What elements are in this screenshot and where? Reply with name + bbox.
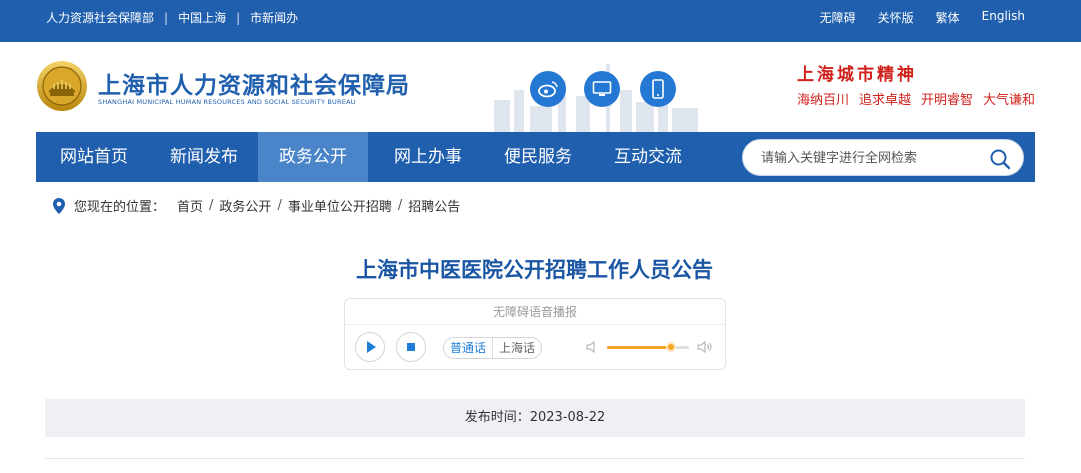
voice-player-title: 无障碍语音播报 xyxy=(345,299,725,325)
article-title: 上海市中医医院公开招聘工作人员公告 xyxy=(356,258,713,282)
stop-button[interactable] xyxy=(396,332,426,362)
nav-public-services[interactable]: 便民服务 xyxy=(486,132,590,182)
breadcrumb-separator: / xyxy=(277,198,282,213)
breadcrumb-home[interactable]: 首页 xyxy=(177,196,203,215)
top-bar: 人力资源社会保障部 | 中国上海 | 市新闻办 无障碍 关怀版 繁体 Engli… xyxy=(0,0,1081,42)
weibo-icon xyxy=(538,81,558,98)
top-links-right: 无障碍 关怀版 繁体 English xyxy=(820,9,1025,26)
accessibility-link[interactable]: 无障碍 xyxy=(820,9,856,26)
breadcrumb-announcement[interactable]: 招聘公告 xyxy=(408,196,460,215)
stop-icon xyxy=(407,343,415,351)
nav-home[interactable]: 网站首页 xyxy=(46,132,142,182)
top-link-china-shanghai[interactable]: 中国上海 xyxy=(178,9,226,26)
city-spirit-values: 海纳百川 追求卓越 开明睿智 大气谦和 xyxy=(797,89,1035,108)
voice-player: 无障碍语音播报 普通话 上海话 xyxy=(344,298,726,370)
publish-info-bar: 发布时间：2023-08-22 xyxy=(45,399,1025,437)
breadcrumb-label: 您现在的位置： xyxy=(74,200,166,215)
spirit-value: 开明睿智 xyxy=(921,93,974,108)
nav-online-services[interactable]: 网上办事 xyxy=(376,132,480,182)
breadcrumb: 您现在的位置： 首页 / 政务公开 / 事业单位公开招聘 / 招聘公告 xyxy=(52,196,460,215)
volume-knob[interactable] xyxy=(665,342,676,352)
separator: | xyxy=(236,10,241,25)
bureau-emblem-icon[interactable] xyxy=(36,60,88,112)
play-icon xyxy=(367,341,376,353)
lang-mandarin[interactable]: 普通话 xyxy=(444,338,494,358)
breadcrumb-separator: / xyxy=(209,198,214,213)
traditional-chinese-link[interactable]: 繁体 xyxy=(936,9,960,26)
search-input[interactable] xyxy=(761,149,981,167)
top-link-mohrss[interactable]: 人力资源社会保障部 xyxy=(46,9,154,26)
desktop-button[interactable] xyxy=(584,71,620,107)
location-pin-icon xyxy=(53,197,65,214)
mobile-icon xyxy=(652,79,664,99)
separator: | xyxy=(164,10,169,25)
site-title-en: SHANGHAI MUNICIPAL HUMAN RESOURCES AND S… xyxy=(98,98,356,106)
volume-slider[interactable] xyxy=(607,342,689,352)
content-divider xyxy=(45,458,1025,459)
site-title-cn[interactable]: 上海市人力资源和社会保障局 xyxy=(98,66,410,100)
top-links-left: 人力资源社会保障部 | 中国上海 | 市新闻办 xyxy=(46,9,298,26)
spirit-value: 大气谦和 xyxy=(983,93,1036,108)
breadcrumb-separator: / xyxy=(397,198,403,213)
nav-interaction[interactable]: 互动交流 xyxy=(596,132,700,182)
desktop-icon xyxy=(592,81,612,96)
publish-date: 发布时间：2023-08-22 xyxy=(464,410,606,425)
top-link-press-office[interactable]: 市新闻办 xyxy=(250,9,298,26)
volume-low-icon xyxy=(586,340,595,354)
weibo-button[interactable] xyxy=(530,71,566,107)
breadcrumb-recruitment[interactable]: 事业单位公开招聘 xyxy=(288,196,392,215)
nav-news[interactable]: 新闻发布 xyxy=(150,132,258,182)
nav-gov-affairs[interactable]: 政务公开 xyxy=(258,132,368,182)
breadcrumb-gov-affairs[interactable]: 政务公开 xyxy=(219,196,271,215)
language-toggle: 普通话 上海话 xyxy=(443,337,543,359)
search-box xyxy=(742,139,1024,176)
lang-shanghainese[interactable]: 上海话 xyxy=(493,338,541,358)
volume-high-icon xyxy=(697,340,712,354)
english-link[interactable]: English xyxy=(982,9,1025,26)
play-button[interactable] xyxy=(355,332,385,362)
search-icon[interactable] xyxy=(989,148,1011,170)
volume-fill xyxy=(607,346,671,349)
spirit-value: 海纳百川 xyxy=(797,93,850,108)
spirit-value: 追求卓越 xyxy=(859,93,912,108)
city-spirit-title: 上海城市精神 xyxy=(797,65,917,85)
mobile-button[interactable] xyxy=(640,71,676,107)
care-version-link[interactable]: 关怀版 xyxy=(878,9,914,26)
